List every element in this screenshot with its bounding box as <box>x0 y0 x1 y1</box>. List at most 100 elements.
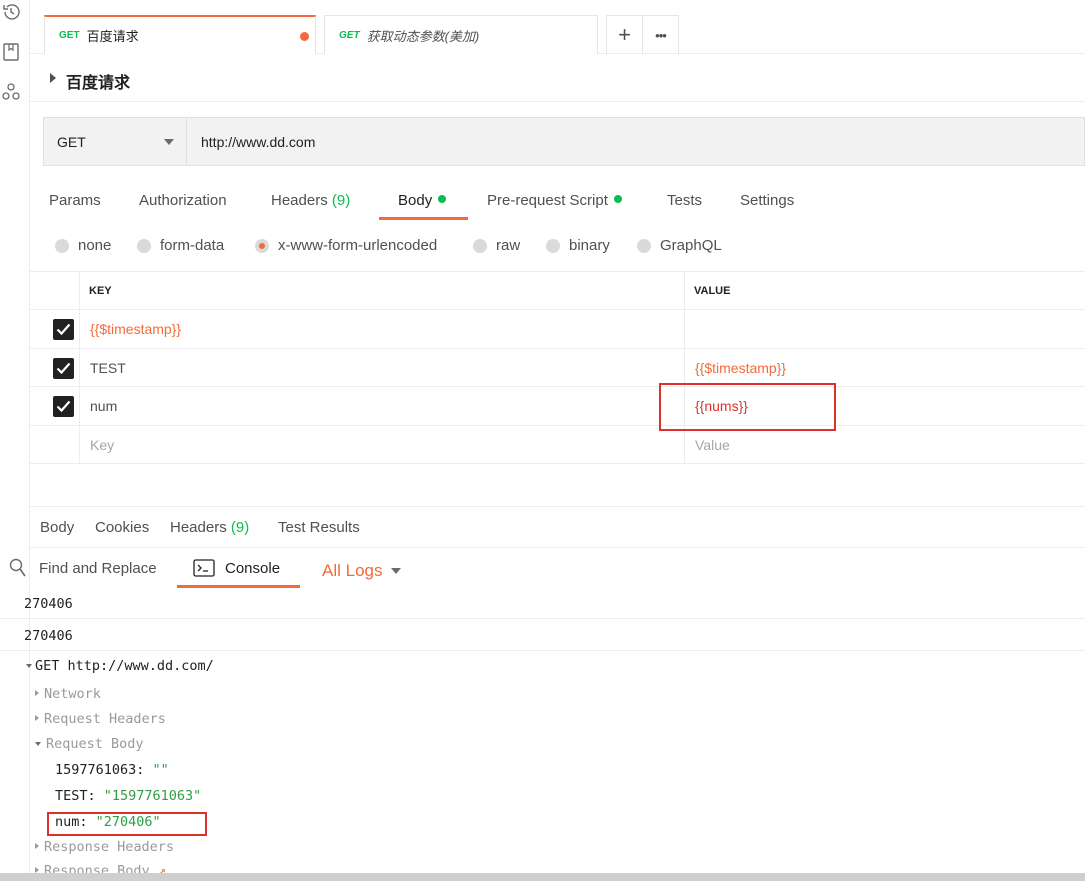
response-tab-test-results[interactable]: Test Results <box>278 519 360 536</box>
log-request-headers-label: Request Headers <box>44 711 166 727</box>
history-icon[interactable] <box>1 2 21 22</box>
key-placeholder: Key <box>90 436 115 453</box>
radio-circle-icon <box>137 238 151 253</box>
caret-down-icon <box>26 664 32 668</box>
tab-body[interactable]: Body <box>398 192 447 209</box>
tab-prerequest-script[interactable]: Pre-request Script <box>487 192 622 209</box>
tab-method: GET <box>339 29 360 41</box>
key-cell[interactable]: num <box>81 387 685 425</box>
response-tab-cookies[interactable]: Cookies <box>95 519 149 536</box>
radio-none[interactable]: none <box>55 237 111 254</box>
log-request-entry[interactable]: GET http://www.dd.com/ <box>26 658 214 674</box>
highlight-box-nums <box>659 383 836 431</box>
tab-params[interactable]: Params <box>49 192 101 209</box>
radio-label: x-www-form-urlencoded <box>278 237 438 254</box>
key-cell[interactable]: {{$timestamp}} <box>81 310 685 348</box>
header-cell-key: KEY <box>81 272 685 309</box>
response-tab-headers-label: Headers <box>170 519 227 536</box>
request-title[interactable]: 百度请求 <box>66 69 130 93</box>
caret-right-icon[interactable] <box>50 73 56 83</box>
all-logs-label: All Logs <box>322 561 383 580</box>
log-line[interactable]: 270406 <box>24 596 73 612</box>
response-tab-headers[interactable]: Headers (9) <box>170 519 249 536</box>
search-icon[interactable] <box>9 558 27 582</box>
checkbox-checked-icon[interactable] <box>53 319 74 340</box>
table-row-new: Key Value <box>30 425 1085 464</box>
tab-authorization[interactable]: Authorization <box>139 192 227 209</box>
radio-label: binary <box>569 237 610 254</box>
row-check-cell <box>30 310 80 348</box>
log-separator <box>0 650 1085 651</box>
row-check-cell <box>30 387 80 425</box>
key-text: TEST <box>90 359 126 376</box>
new-tab-button[interactable]: + <box>606 15 643 54</box>
radio-x-www-form-urlencoded[interactable]: x-www-form-urlencoded <box>255 237 437 254</box>
radio-label: form-data <box>160 237 225 254</box>
tab-prerequest-label: Pre-request Script <box>487 192 608 209</box>
terminal-icon <box>193 559 215 577</box>
tab-headers-label: Headers <box>271 192 328 209</box>
log-network-toggle[interactable]: Network <box>35 686 101 702</box>
more-tabs-button[interactable]: ••• <box>642 15 679 54</box>
all-logs-dropdown[interactable]: All Logs <box>322 561 402 581</box>
log-response-headers-toggle[interactable]: Response Headers <box>35 839 174 855</box>
chevron-down-icon <box>164 139 174 145</box>
caret-right-icon <box>35 843 39 849</box>
body-params-table: KEY VALUE {{$timestamp}} TEST {{$timesta… <box>30 271 1085 464</box>
plus-icon: + <box>618 22 631 47</box>
value-cell[interactable] <box>686 310 1085 348</box>
checkbox-checked-icon[interactable] <box>53 396 74 417</box>
log-request-body-toggle[interactable]: Request Body <box>35 736 144 752</box>
radio-graphql[interactable]: GraphQL <box>637 237 722 254</box>
tab-method: GET <box>59 30 80 41</box>
response-tab-body[interactable]: Body <box>40 519 74 536</box>
table-header-row: KEY VALUE <box>30 271 1085 310</box>
key-cell[interactable]: Key <box>81 425 685 463</box>
collections-icon[interactable] <box>1 42 21 62</box>
log-response-body-toggle[interactable]: Response Body ↗ <box>35 863 166 873</box>
radio-selected-icon <box>255 238 269 253</box>
apis-icon[interactable] <box>1 82 21 102</box>
log-request-headers-toggle[interactable]: Request Headers <box>35 711 166 727</box>
method-value: GET <box>57 134 86 150</box>
key-text: {{$timestamp}} <box>90 321 182 337</box>
log-request-body-label: Request Body <box>46 736 144 752</box>
body-entry-key: TEST: <box>55 788 96 804</box>
method-select[interactable]: GET <box>44 118 187 165</box>
left-rail <box>0 0 30 881</box>
body-entry-value: "" <box>152 762 169 778</box>
log-request-line: GET http://www.dd.com/ <box>35 658 214 674</box>
tab-headers[interactable]: Headers (9) <box>271 192 350 209</box>
radio-binary[interactable]: binary <box>546 237 610 254</box>
url-input[interactable] <box>188 118 1084 165</box>
body-type-radio-group: none form-data x-www-form-urlencoded raw… <box>30 232 1085 262</box>
tab-get-dynamic-params[interactable]: GET 获取动态参数(美加) <box>324 15 598 54</box>
radio-circle-icon <box>55 238 69 253</box>
value-cell[interactable]: {{$timestamp}} <box>686 349 1085 387</box>
external-link-icon[interactable]: ↗ <box>158 863 166 873</box>
table-row: {{$timestamp}} <box>30 310 1085 349</box>
log-network-label: Network <box>44 686 101 702</box>
find-and-replace-button[interactable]: Find and Replace <box>39 560 157 577</box>
header-cell-check <box>30 272 80 309</box>
console-tab[interactable]: Console <box>193 559 280 577</box>
tab-baidu-request[interactable]: GET 百度请求 <box>44 15 316 54</box>
checkbox-checked-icon[interactable] <box>53 357 74 379</box>
console-tab-label: Console <box>225 559 281 577</box>
key-cell[interactable]: TEST <box>81 348 685 386</box>
radio-circle-icon <box>637 238 651 253</box>
tab-settings[interactable]: Settings <box>740 192 794 209</box>
value-cell[interactable]: Value <box>686 426 1085 464</box>
body-entry-key: 1597761063: <box>55 762 145 778</box>
radio-raw[interactable]: raw <box>473 237 520 254</box>
radio-form-data[interactable]: form-data <box>137 237 224 254</box>
table-row: num {{nums}} <box>30 387 1085 426</box>
log-line[interactable]: 270406 <box>24 628 73 644</box>
radio-label: none <box>78 237 112 254</box>
horizontal-scrollbar[interactable] <box>0 873 1085 881</box>
radio-circle-icon <box>473 238 487 253</box>
row-check-cell <box>30 348 80 386</box>
tab-tests[interactable]: Tests <box>667 192 702 209</box>
request-tab-strip: GET 百度请求 GET 获取动态参数(美加) + ••• <box>30 0 1085 54</box>
more-icon: ••• <box>655 27 667 43</box>
